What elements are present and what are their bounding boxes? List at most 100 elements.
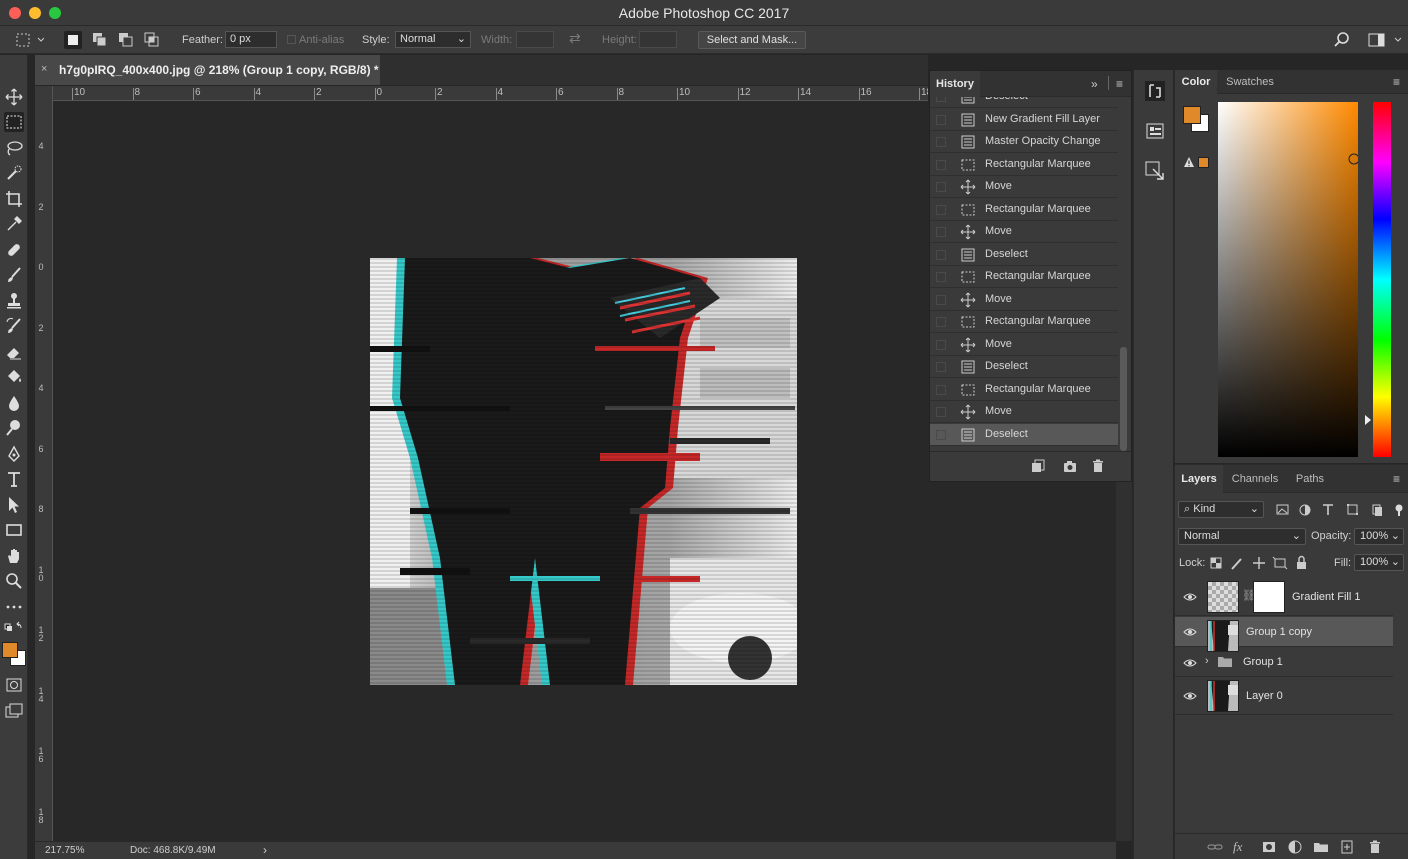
history-state[interactable]: Move — [930, 289, 1118, 311]
quick-selection-tool-icon[interactable] — [4, 163, 24, 183]
new-group-icon[interactable] — [1313, 839, 1329, 855]
history-state[interactable]: Deselect — [930, 423, 1118, 446]
fill-input[interactable]: 100% ⌄ — [1354, 554, 1404, 571]
lock-options[interactable] — [1209, 555, 1309, 571]
lasso-tool-icon[interactable] — [4, 138, 24, 158]
workspace-switcher-icon[interactable] — [1367, 31, 1403, 49]
height-input[interactable] — [639, 31, 677, 48]
history-source-checkbox[interactable] — [936, 137, 946, 147]
rectangular-marquee-tool-icon[interactable] — [4, 112, 24, 132]
delete-layer-icon[interactable] — [1367, 839, 1383, 855]
type-tool-icon[interactable] — [4, 469, 24, 489]
brush-settings-panel-icon[interactable] — [1144, 160, 1166, 182]
history-state[interactable]: Deselect — [930, 356, 1118, 378]
rectangle-tool-icon[interactable] — [4, 520, 24, 540]
eye-icon[interactable] — [1183, 590, 1197, 604]
subtract-from-selection-icon[interactable] — [117, 31, 135, 49]
add-to-selection-icon[interactable] — [91, 31, 109, 49]
swap-dimensions-icon[interactable]: ⇄ — [569, 30, 581, 46]
history-state[interactable]: Rectangular Marquee — [930, 311, 1118, 333]
layers-panel-menu-icon[interactable]: ≡ — [1393, 472, 1400, 486]
pen-tool-icon[interactable] — [4, 444, 24, 464]
history-source-checkbox[interactable] — [936, 429, 946, 440]
properties-panel-icon[interactable] — [1144, 120, 1166, 142]
chevron-right-icon[interactable]: › — [1205, 655, 1209, 667]
document-tab[interactable]: × h7g0pIRQ_400x400.jpg @ 218% (Group 1 c… — [35, 55, 380, 85]
tab-channels[interactable]: Channels — [1227, 465, 1283, 493]
history-state[interactable]: Deselect — [930, 97, 1118, 108]
hue-slider-handle[interactable] — [1365, 415, 1371, 425]
gamut-color-chip[interactable] — [1198, 157, 1209, 168]
color-picker-field[interactable] — [1218, 102, 1358, 457]
tab-layers[interactable]: Layers — [1175, 465, 1223, 493]
zoom-tool-icon[interactable] — [4, 571, 24, 591]
history-source-checkbox[interactable] — [936, 227, 946, 237]
new-layer-icon[interactable] — [1339, 839, 1355, 855]
history-scrollbar-thumb[interactable] — [1120, 347, 1127, 451]
eyedropper-tool-icon[interactable] — [4, 214, 24, 234]
history-source-checkbox[interactable] — [936, 249, 946, 260]
new-selection-icon[interactable] — [64, 31, 82, 49]
history-brush-tool-icon[interactable] — [4, 316, 24, 336]
eye-icon[interactable] — [1183, 689, 1197, 703]
add-mask-icon[interactable] — [1261, 839, 1277, 855]
horizontal-ruler[interactable]: 10 8 6 4 2 0 2 4 6 8 10 12 14 16 18 — [53, 86, 928, 101]
layer-row[interactable]: Group 1 copy — [1175, 617, 1393, 652]
foreground-color-swatch[interactable] — [2, 642, 18, 658]
style-select[interactable]: Normal ⌄ — [395, 31, 471, 48]
width-input[interactable] — [516, 31, 554, 48]
history-source-checkbox[interactable] — [936, 362, 946, 372]
blend-mode-select[interactable]: Normal ⌄ — [1178, 528, 1306, 545]
history-source-checkbox[interactable] — [936, 272, 946, 282]
color-panel-menu-icon[interactable]: ≡ — [1393, 75, 1400, 89]
move-tool-icon[interactable] — [4, 87, 24, 107]
history-source-checkbox[interactable] — [936, 407, 946, 417]
history-source-checkbox[interactable] — [936, 294, 946, 305]
zoom-level[interactable]: 217.75% — [45, 845, 84, 856]
screen-mode-icon[interactable] — [4, 701, 24, 721]
layer-row[interactable]: Layer 0 — [1175, 677, 1393, 715]
layer-filter-select[interactable]: ⌕ Kind ⌄ — [1178, 501, 1264, 518]
history-source-checkbox[interactable] — [936, 182, 946, 192]
search-icon[interactable] — [1333, 31, 1351, 49]
history-source-checkbox[interactable] — [936, 114, 946, 125]
history-panel-icon[interactable] — [1144, 80, 1166, 102]
brush-tool-icon[interactable] — [4, 265, 24, 285]
path-selection-tool-icon[interactable] — [4, 495, 24, 515]
history-source-checkbox[interactable] — [936, 97, 946, 102]
dodge-tool-icon[interactable] — [4, 418, 24, 438]
new-document-from-state-icon[interactable] — [1030, 458, 1046, 477]
layer-mask-thumbnail[interactable] — [1253, 581, 1285, 613]
hand-tool-icon[interactable] — [4, 546, 24, 566]
hue-slider[interactable] — [1373, 102, 1391, 457]
intersect-selection-icon[interactable] — [143, 31, 161, 49]
more-tools-icon[interactable] — [4, 597, 24, 617]
select-and-mask-button[interactable]: Select and Mask... — [698, 31, 806, 49]
opacity-input[interactable]: 100% ⌄ — [1354, 528, 1404, 545]
history-state[interactable]: Move — [930, 221, 1118, 243]
eraser-tool-icon[interactable] — [4, 342, 24, 362]
adjustment-layer-icon[interactable] — [1287, 839, 1303, 855]
out-of-gamut-warning-icon[interactable] — [1183, 156, 1195, 171]
antialias-checkbox[interactable]: Anti-alias — [287, 32, 344, 48]
history-state[interactable]: Rectangular Marquee — [930, 154, 1118, 176]
history-source-checkbox[interactable] — [936, 317, 946, 327]
link-layers-icon[interactable] — [1207, 839, 1223, 855]
delete-state-icon[interactable] — [1090, 458, 1106, 477]
tab-paths[interactable]: Paths — [1287, 465, 1333, 493]
quick-mask-icon[interactable] — [4, 675, 24, 695]
history-state[interactable]: Move — [930, 176, 1118, 198]
panel-menu-icon[interactable]: ≡ — [1116, 77, 1123, 91]
tab-color[interactable]: Color — [1175, 70, 1217, 94]
collapse-panel-icon[interactable]: » — [1091, 77, 1098, 91]
history-state[interactable]: Rectangular Marquee — [930, 199, 1118, 221]
foreground-background-swatches[interactable] — [1, 640, 26, 668]
tab-history[interactable]: History — [930, 71, 980, 97]
status-menu-arrow[interactable]: › — [263, 843, 267, 857]
default-colors-icon[interactable] — [4, 621, 24, 635]
crop-tool-icon[interactable] — [4, 189, 24, 209]
close-tab-icon[interactable]: × — [41, 63, 47, 75]
clone-stamp-tool-icon[interactable] — [4, 291, 24, 311]
vertical-ruler[interactable]: 4 2 0 2 4 6 8 1 0 1 2 1 4 1 6 1 8 — [35, 86, 53, 842]
history-state[interactable]: New Gradient Fill Layer — [930, 109, 1118, 131]
